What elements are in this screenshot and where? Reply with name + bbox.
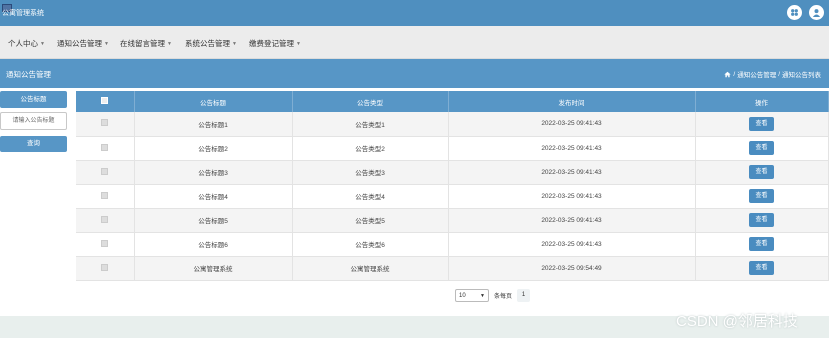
cell-type: 公告类型3 [292, 160, 449, 185]
cell-type: 公告类型4 [292, 184, 449, 209]
notice-table: 公告标题 公告类型 发布时间 操作 公告标题1 公告类型1 2022-03-25… [76, 91, 829, 281]
home-icon[interactable] [724, 71, 732, 78]
cell-type: 公告类型1 [292, 112, 449, 137]
cell-type: 公寓管理系统 [292, 256, 449, 281]
view-button[interactable]: 查看 [749, 237, 774, 251]
user-avatar-icon[interactable] [809, 5, 824, 20]
cell-title: 公告标题1 [134, 112, 293, 137]
chevron-down-icon: ▼ [40, 41, 45, 47]
column-header-title: 公告标题 [134, 91, 293, 112]
view-button[interactable]: 查看 [749, 141, 774, 155]
search-button[interactable]: 查询 [0, 136, 67, 152]
chevron-down-icon: ▼ [296, 41, 301, 47]
cell-time: 2022-03-25 09:41:43 [448, 208, 696, 233]
row-checkbox[interactable] [101, 263, 109, 271]
breadcrumb-separator: / [778, 70, 780, 78]
view-button[interactable]: 查看 [749, 116, 774, 131]
cell-type: 公告类型6 [292, 232, 449, 257]
chevron-down-icon: ▼ [232, 41, 237, 47]
breadcrumb-item-notice-list: 通知公告列表 [782, 72, 821, 79]
search-field-label: 公告标题 [0, 91, 67, 108]
row-checkbox[interactable] [101, 119, 109, 127]
watermark-text: CSDN @邻居科技 [676, 313, 798, 330]
nav-item-payment-registration[interactable]: 缴费登记管理 ▼ [249, 38, 301, 49]
column-header-time: 发布时间 [448, 91, 696, 112]
table-row: 公告标题2 公告类型2 2022-03-25 09:41:43 查看 [76, 136, 829, 161]
page-number-button[interactable]: 1 [517, 289, 531, 302]
cell-title: 公告标题3 [134, 160, 293, 185]
select-all-header[interactable] [76, 91, 135, 112]
chevron-down-icon: ▼ [480, 292, 485, 299]
cell-time: 2022-03-25 09:41:43 [448, 136, 696, 161]
view-button[interactable]: 查看 [749, 189, 774, 203]
cell-time: 2022-03-25 09:41:43 [448, 160, 696, 185]
cell-type: 公告类型2 [292, 136, 449, 161]
cell-title: 公告标题4 [134, 184, 293, 209]
cell-title: 公告标题5 [134, 208, 293, 233]
page-title: 通知公告管理 [6, 70, 51, 79]
nav-item-message-management[interactable]: 在线留言管理 ▼ [120, 38, 172, 49]
chevron-down-icon: ▼ [167, 41, 172, 47]
cell-time: 2022-03-25 09:41:43 [448, 184, 696, 209]
table-row: 公告标题3 公告类型3 2022-03-25 09:41:43 查看 [76, 160, 829, 185]
view-button[interactable]: 查看 [749, 261, 774, 275]
row-checkbox[interactable] [101, 143, 109, 151]
column-header-actions: 操作 [695, 91, 829, 112]
pagination: 10 ▼ 条每页 1 [455, 289, 531, 302]
cell-time: 2022-03-25 09:41:43 [448, 232, 696, 257]
select-all-checkbox[interactable] [101, 97, 109, 104]
row-checkbox[interactable] [101, 239, 109, 247]
breadcrumb-item-notice-management[interactable]: 通知公告管理 [737, 69, 776, 79]
top-bar: 公寓管理系统 [0, 0, 829, 26]
app-title: 公寓管理系统 [2, 10, 44, 17]
cell-type: 公告类型5 [292, 208, 449, 233]
breadcrumb-separator: / [733, 70, 736, 78]
page-size-label: 条每页 [494, 294, 513, 300]
search-input[interactable]: 请输入公告标题 [0, 112, 67, 130]
row-checkbox[interactable] [101, 215, 109, 223]
table-row: 公告标题6 公告类型6 2022-03-25 09:41:43 查看 [76, 232, 829, 257]
table-row: 公告标题1 公告类型1 2022-03-25 09:41:43 查看 [76, 112, 829, 137]
main-navbar: 个人中心 ▼ 通知公告管理 ▼ 在线留言管理 ▼ 系统公告管理 ▼ 缴费登记管理 ▼ [0, 26, 829, 59]
table-row: 公寓管理系统 公寓管理系统 2022-03-25 09:54:49 查看 [76, 256, 829, 281]
dashboard-icon[interactable] [787, 5, 802, 20]
table-row: 公告标题5 公告类型5 2022-03-25 09:41:43 查看 [76, 208, 829, 233]
row-checkbox[interactable] [101, 191, 109, 199]
chevron-down-icon: ▼ [104, 41, 109, 47]
cell-title: 公告标题2 [134, 136, 293, 161]
page-size-value: 10 [459, 292, 466, 299]
nav-item-system-announcement[interactable]: 系统公告管理 ▼ [185, 38, 237, 49]
cell-time: 2022-03-25 09:41:43 [448, 112, 696, 137]
cell-time: 2022-03-25 09:54:49 [448, 256, 696, 281]
nav-item-personal-center[interactable]: 个人中心 ▼ [8, 38, 45, 49]
page-title-bar: 通知公告管理 / 通知公告管理 / 通知公告列表 [0, 59, 829, 88]
column-header-type: 公告类型 [292, 91, 449, 112]
cell-title: 公告标题6 [134, 232, 293, 257]
nav-item-notice-management[interactable]: 通知公告管理 ▼ [57, 38, 109, 49]
view-button[interactable]: 查看 [749, 213, 774, 227]
page-size-select[interactable]: 10 ▼ [455, 289, 489, 302]
view-button[interactable]: 查看 [749, 165, 774, 179]
breadcrumb: / 通知公告管理 / 通知公告列表 [724, 69, 821, 79]
cell-title: 公寓管理系统 [134, 256, 293, 281]
table-header-row: 公告标题 公告类型 发布时间 操作 [76, 91, 829, 112]
row-checkbox[interactable] [101, 167, 109, 175]
table-row: 公告标题4 公告类型4 2022-03-25 09:41:43 查看 [76, 184, 829, 209]
